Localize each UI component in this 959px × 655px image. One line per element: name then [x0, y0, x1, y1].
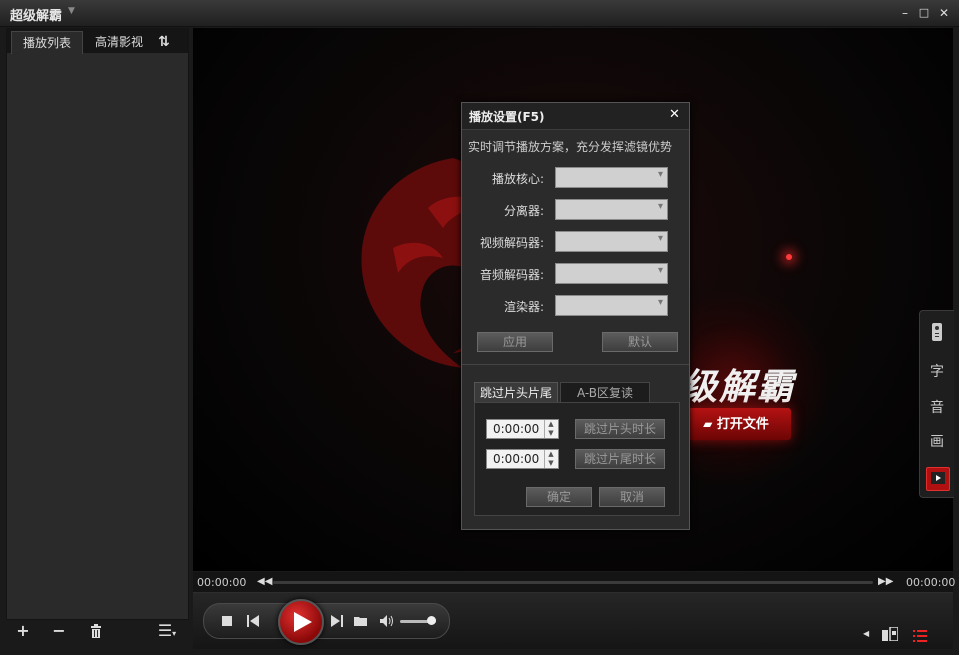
- skip-head-time-input[interactable]: 0:00:00 ▲ ▼: [486, 419, 559, 439]
- renderer-label: 渲染器:: [503, 300, 544, 314]
- sidebar-tabs: 播放列表 高清影视 ⇅: [7, 29, 188, 54]
- maximize-button[interactable]: □: [916, 5, 932, 21]
- dialog-title: 播放设置(F5): [469, 110, 545, 124]
- total-time: 00:00:00: [906, 576, 956, 589]
- current-time: 00:00:00: [197, 576, 247, 589]
- remove-button[interactable]: −: [48, 621, 70, 641]
- playback-settings-dialog: 播放设置(F5) ✕ 实时调节播放方案，充分发挥滤镜优势 播放核心: ▾ 分离器…: [461, 102, 690, 530]
- rewind-icon[interactable]: ◀◀: [257, 576, 272, 587]
- playback-controls: [203, 599, 450, 645]
- play-media-icon[interactable]: [926, 467, 950, 491]
- skip-tail-duration-button[interactable]: 跳过片尾时长: [575, 449, 665, 469]
- video-decoder-select[interactable]: ▾: [555, 231, 668, 252]
- renderer-select[interactable]: ▾: [555, 295, 668, 316]
- glow-dot: [786, 254, 792, 260]
- spinner-arrows-icon[interactable]: ▲ ▼: [544, 450, 557, 468]
- subtitle-button[interactable]: 字: [926, 361, 948, 383]
- brand-text: 级解霸: [681, 366, 796, 408]
- audio-decoder-label: 音频解码器:: [479, 268, 544, 282]
- tab-playlist[interactable]: 播放列表: [11, 31, 83, 54]
- playlist-toggle-icon[interactable]: [913, 627, 927, 646]
- splitter-label: 分离器:: [503, 204, 544, 218]
- collapse-arrow-icon[interactable]: ◀: [863, 629, 869, 638]
- skip-tail-time-input[interactable]: 0:00:00 ▲ ▼: [486, 449, 559, 469]
- default-button[interactable]: 默认: [602, 332, 678, 352]
- volume-icon[interactable]: [378, 612, 396, 630]
- chevron-down-icon: ▾: [657, 169, 663, 180]
- dialog-close-icon[interactable]: ✕: [669, 107, 680, 122]
- video-decoder-label: 视频解码器:: [479, 236, 544, 250]
- cancel-button[interactable]: 取消: [599, 487, 665, 507]
- dialog-tabs: 跳过片头片尾 A-B区复读: [474, 382, 680, 403]
- spinner-arrows-icon[interactable]: ▲ ▼: [544, 420, 557, 438]
- folder-icon: ▰: [703, 417, 713, 431]
- title-bar: 超级解霸 ▼ – □ ✕: [0, 0, 959, 27]
- remote-icon[interactable]: [926, 321, 948, 343]
- confirm-button[interactable]: 确定: [526, 487, 592, 507]
- tab-skip-intro-outro[interactable]: 跳过片头片尾: [474, 382, 558, 403]
- chevron-down-icon: ▾: [657, 201, 663, 212]
- audio-button[interactable]: 音: [926, 397, 948, 419]
- minimize-button[interactable]: –: [897, 5, 913, 21]
- dialog-divider: [462, 364, 689, 365]
- chevron-down-icon: ▾: [657, 297, 663, 308]
- open-file-label: 打开文件: [716, 417, 769, 432]
- core-label: 播放核心:: [491, 172, 544, 186]
- screen-button[interactable]: 画: [926, 431, 948, 453]
- apply-button[interactable]: 应用: [477, 332, 553, 352]
- skip-panel: 0:00:00 ▲ ▼ 跳过片头时长 0:00:00 ▲ ▼ 跳过片尾时长 确定 取…: [474, 402, 680, 516]
- fast-forward-icon[interactable]: ▶▶: [878, 576, 893, 587]
- trash-icon[interactable]: [85, 621, 107, 641]
- app-menu-caret-icon[interactable]: ▼: [68, 6, 75, 16]
- tab-ab-repeat[interactable]: A-B区复读: [560, 382, 650, 403]
- close-button[interactable]: ✕: [936, 5, 952, 21]
- play-button[interactable]: [278, 599, 324, 645]
- audio-decoder-select[interactable]: ▾: [555, 263, 668, 284]
- right-rail: 字 音 画: [919, 310, 954, 498]
- open-file-button[interactable]: ▰ 打开文件: [681, 408, 791, 440]
- splitter-select[interactable]: ▾: [555, 199, 668, 220]
- next-icon[interactable]: [328, 612, 346, 630]
- stop-icon[interactable]: [218, 612, 236, 630]
- refresh-icon[interactable]: ⇅: [153, 31, 175, 53]
- add-button[interactable]: +: [12, 621, 34, 641]
- volume-knob[interactable]: [426, 616, 436, 625]
- app-title: 超级解霸: [10, 9, 63, 24]
- playlist-sidebar: 播放列表 高清影视 ⇅: [6, 28, 189, 620]
- dialog-header: 播放设置(F5) ✕: [462, 103, 689, 130]
- sidebar-toolbar: + − ☰▾: [6, 619, 187, 645]
- seek-track[interactable]: [273, 581, 873, 584]
- previous-icon[interactable]: [244, 612, 262, 630]
- chevron-down-icon: ▾: [657, 233, 663, 244]
- aspect-ratio-icon[interactable]: [882, 626, 899, 645]
- list-menu-button[interactable]: ☰▾: [152, 621, 182, 641]
- dialog-description: 实时调节播放方案，充分发挥滤镜优势: [468, 140, 673, 154]
- tab-hd-videos[interactable]: 高清影视: [85, 31, 153, 53]
- core-select[interactable]: ▾: [555, 167, 668, 188]
- chevron-down-icon: ▾: [657, 265, 663, 276]
- skip-head-duration-button[interactable]: 跳过片头时长: [575, 419, 665, 439]
- control-bar: ◀: [193, 592, 953, 649]
- seek-bar: 00:00:00 ◀◀ ▶▶ 00:00:00: [193, 572, 956, 592]
- open-folder-icon[interactable]: [352, 612, 370, 630]
